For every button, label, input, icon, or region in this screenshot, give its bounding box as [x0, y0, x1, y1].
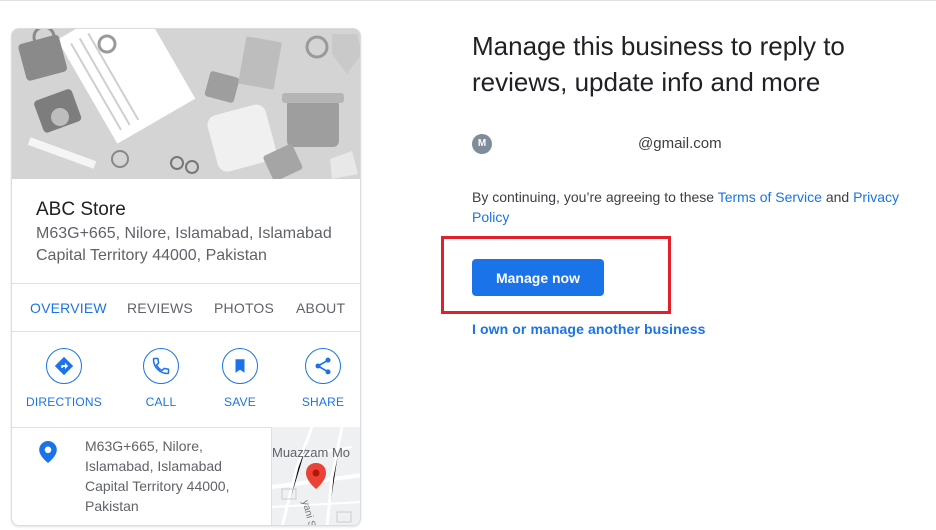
location-section: M63G+665, Nilore, Islamabad, Islamabad C… [12, 427, 360, 525]
tab-reviews[interactable]: REVIEWS [127, 300, 193, 316]
business-name: ABC Store [36, 199, 126, 220]
business-actions: DIRECTIONS CALL SAVE SHARE [12, 333, 360, 427]
phone-icon [152, 357, 170, 375]
card-divider [12, 331, 360, 332]
store-illustration-icon [12, 29, 360, 179]
map-roads-icon [272, 427, 360, 525]
share-label: SHARE [301, 395, 345, 409]
card-divider [12, 283, 360, 284]
call-label: CALL [145, 395, 177, 409]
other-business-link[interactable]: I own or manage another business [472, 321, 705, 337]
account-email: @gmail.com [638, 135, 722, 152]
tab-photos[interactable]: PHOTOS [214, 300, 274, 316]
directions-icon [54, 356, 74, 376]
directions-button[interactable]: DIRECTIONS [24, 348, 104, 409]
tab-overview[interactable]: OVERVIEW [30, 300, 107, 316]
call-button[interactable]: CALL [121, 348, 201, 409]
bookmark-icon [235, 359, 245, 373]
location-pin-icon [39, 441, 57, 463]
manage-now-button[interactable]: Manage now [472, 259, 604, 296]
avatar: M [472, 134, 492, 154]
mini-map[interactable]: Muazzam Mo yani St [271, 427, 360, 525]
map-place-label: Muazzam Mo [272, 445, 351, 460]
terms-text: By continuing, you’re agreeing to these … [472, 187, 922, 227]
share-button[interactable]: SHARE [283, 348, 360, 409]
location-address: M63G+665, Nilore, Islamabad, Islamabad C… [85, 438, 230, 514]
terms-of-service-link[interactable]: Terms of Service [718, 189, 822, 205]
terms-prefix: By continuing, you’re agreeing to these [472, 189, 718, 205]
directions-label: DIRECTIONS [25, 395, 102, 409]
business-card: ABC Store M63G+665, Nilore, Islamabad, I… [11, 28, 361, 526]
tab-about[interactable]: ABOUT [296, 300, 345, 316]
save-button[interactable]: SAVE [200, 348, 280, 409]
terms-and: and [821, 189, 854, 205]
business-tabs: OVERVIEW REVIEWS PHOTOS ABOUT [12, 285, 360, 331]
top-divider [0, 0, 936, 1]
share-icon [315, 357, 331, 375]
business-address: M63G+665, Nilore, Islamabad, Islamabad C… [36, 225, 332, 264]
page-title: Manage this business to reply to reviews… [472, 31, 845, 97]
business-cover-photo[interactable] [12, 29, 360, 179]
save-label: SAVE [224, 395, 256, 409]
